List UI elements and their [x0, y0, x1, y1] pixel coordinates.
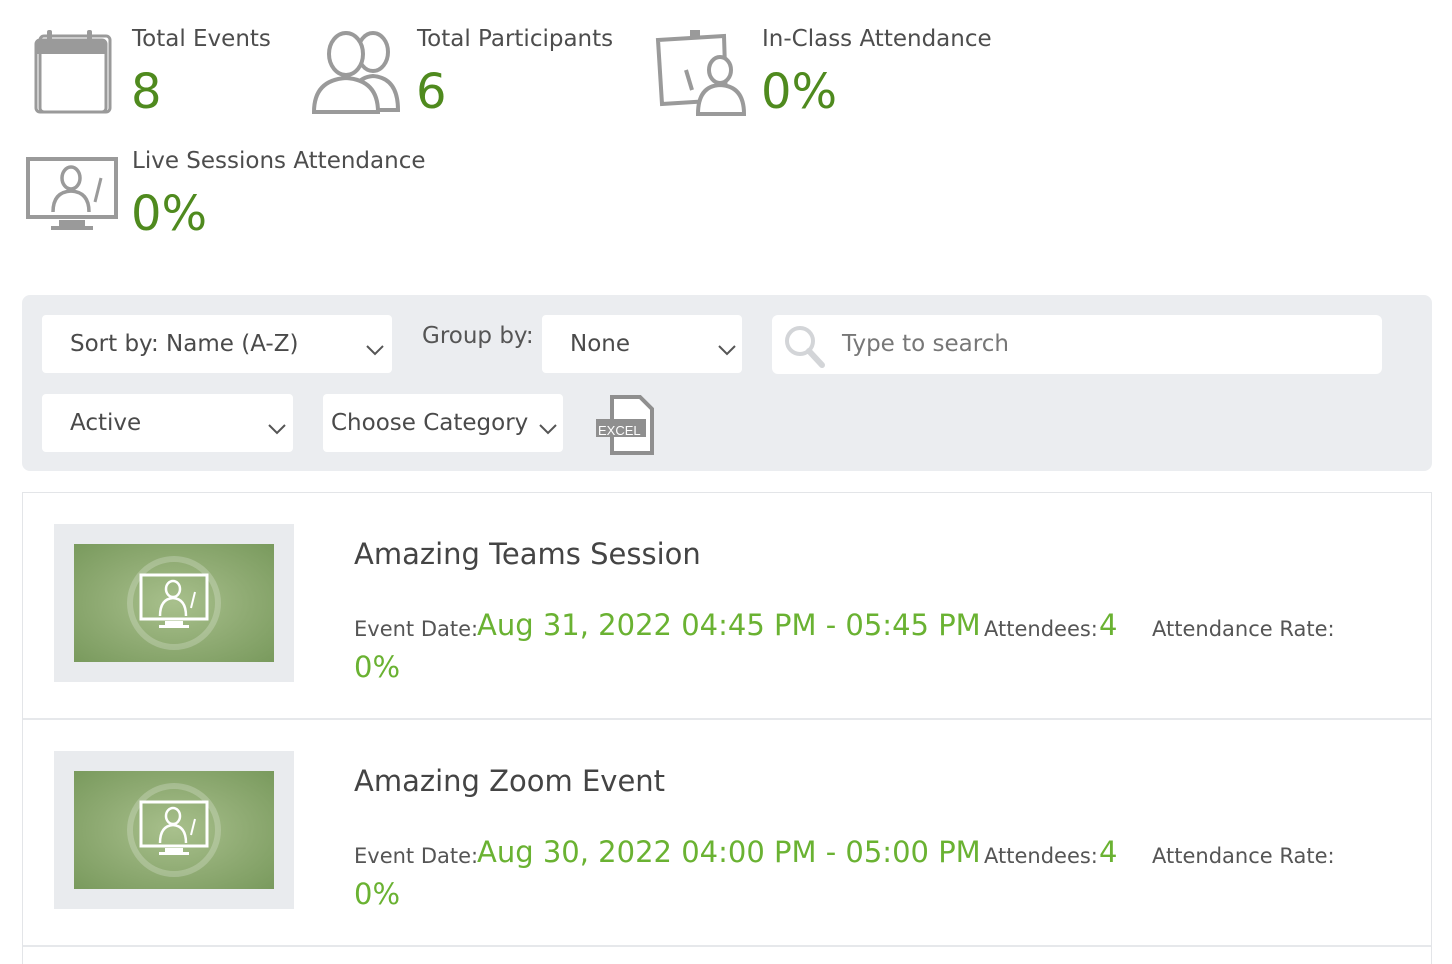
group-by-value: None [570, 331, 631, 357]
stat-value: 8 [131, 64, 162, 120]
event-row[interactable]: Amazing Teams Session Event Date: Aug 31… [23, 493, 1431, 720]
sort-by-select[interactable]: Sort by: Name (A-Z) [42, 315, 392, 373]
category-select[interactable]: Choose Category [323, 394, 563, 452]
event-date-value: Aug 31, 2022 04:45 PM - 05:45 PM [477, 608, 981, 642]
event-title[interactable]: Amazing Teams Session [354, 537, 701, 571]
stat-label: Total Participants [417, 26, 614, 52]
stat-value: 0% [761, 64, 838, 120]
calendar-icon [32, 28, 112, 120]
search-input[interactable]: Type to search [772, 315, 1382, 374]
stat-label: In-Class Attendance [762, 26, 992, 52]
chevron-down-icon [539, 415, 557, 441]
search-icon [782, 323, 828, 373]
search-placeholder: Type to search [842, 331, 1009, 357]
attendance-rate-value: 0% [354, 650, 401, 684]
stat-value: 0% [131, 186, 208, 242]
status-select[interactable]: Active [42, 394, 293, 452]
attendance-rate-label: Attendance Rate: [1152, 617, 1335, 641]
stat-label: Live Sessions Attendance [132, 148, 426, 174]
attendees-value: 4 [1099, 835, 1118, 869]
attendance-rate-label: Attendance Rate: [1152, 844, 1335, 868]
participants-icon [310, 30, 406, 118]
filter-panel: Sort by: Name (A-Z) Group by: None Type … [22, 295, 1432, 471]
sort-by-value: Sort by: Name (A-Z) [70, 331, 299, 357]
status-value: Active [70, 410, 142, 436]
live-session-icon [127, 783, 221, 881]
category-value: Choose Category [331, 410, 529, 436]
event-thumbnail [54, 524, 294, 682]
excel-export-button[interactable]: EXCEL [594, 395, 656, 457]
event-date-label: Event Date: [354, 844, 479, 868]
attendees-value: 4 [1099, 608, 1118, 642]
group-by-select[interactable]: None [542, 315, 742, 373]
event-thumbnail [54, 751, 294, 909]
group-by-label: Group by: [422, 323, 534, 349]
stat-label: Total Events [132, 26, 271, 52]
attendance-rate-value: 0% [354, 877, 401, 911]
event-row[interactable]: Amazing Zoom Event Event Date: Aug 30, 2… [23, 720, 1431, 947]
live-session-icon [127, 556, 221, 654]
chevron-down-icon [366, 336, 384, 362]
event-title[interactable]: Amazing Zoom Event [354, 764, 665, 798]
event-date-value: Aug 30, 2022 04:00 PM - 05:00 PM [477, 835, 981, 869]
event-date-label: Event Date: [354, 617, 479, 641]
chevron-down-icon [268, 415, 286, 441]
attendees-label: Attendees: [984, 617, 1098, 641]
event-list: Amazing Teams Session Event Date: Aug 31… [22, 492, 1432, 964]
stat-value: 6 [416, 64, 447, 120]
monitor-presenter-icon [25, 156, 119, 236]
attendees-label: Attendees: [984, 844, 1098, 868]
chevron-down-icon [718, 336, 736, 362]
excel-label: EXCEL [598, 423, 641, 438]
classroom-icon [654, 30, 750, 120]
